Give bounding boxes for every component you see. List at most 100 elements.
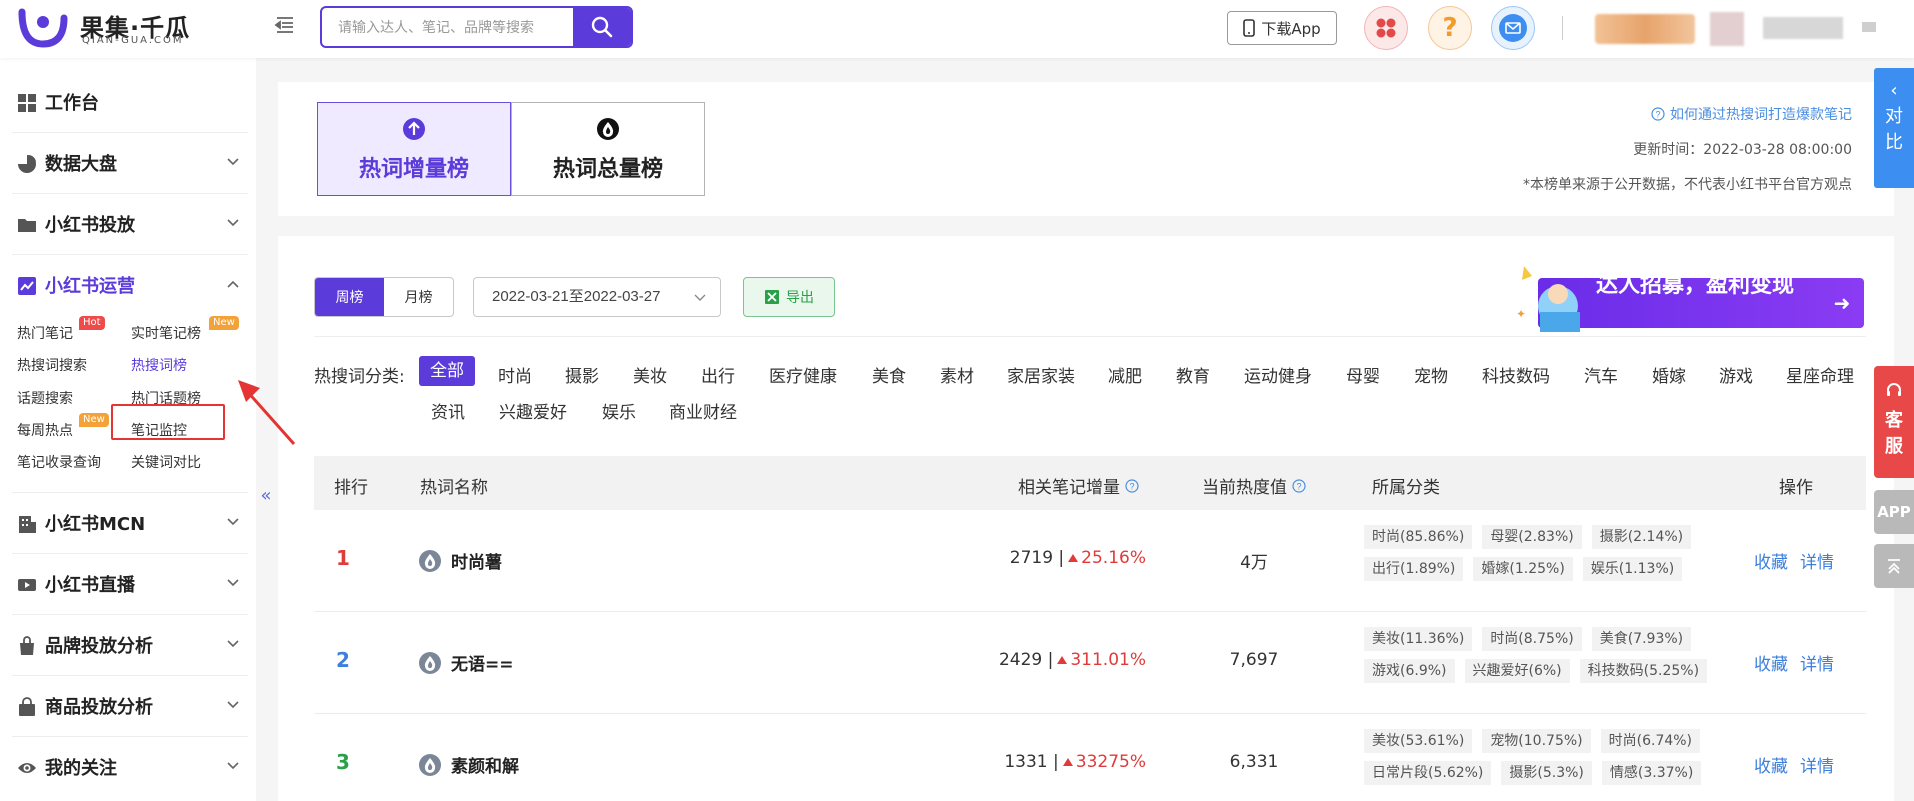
detail-link[interactable]: 详情: [1800, 650, 1834, 675]
search-button[interactable]: [573, 8, 631, 46]
category-item[interactable]: 母婴: [1346, 362, 1380, 387]
category-item[interactable]: 摄影: [565, 362, 599, 387]
category-item[interactable]: 汽车: [1584, 362, 1618, 387]
sidebar-item-my-follows[interactable]: 我的关注: [0, 737, 256, 797]
sub-item-realtime-notes[interactable]: 实时笔记榜: [131, 323, 201, 343]
keyword-name[interactable]: 无语==: [451, 650, 514, 675]
category-item[interactable]: 资讯: [431, 398, 465, 423]
category-all[interactable]: 全部: [419, 356, 475, 386]
category-tag: 宠物(10.75%): [1482, 729, 1591, 753]
triangle-up-icon: [1057, 656, 1068, 664]
compare-label: 对比: [1885, 106, 1903, 153]
table-header: 排行 热词名称 相关笔记增量 ? 当前热度值 ? 所属分类 操作: [314, 456, 1866, 510]
arrow-up-icon: [1888, 559, 1900, 574]
category-item[interactable]: 素材: [940, 362, 974, 387]
vip-badge[interactable]: [1595, 14, 1695, 44]
search-input[interactable]: [322, 8, 572, 46]
sidebar-item-workspace[interactable]: 工作台: [0, 72, 256, 132]
sub-item-weekly-hot[interactable]: 每周热点: [17, 420, 73, 440]
keyword-name[interactable]: 素颜和解: [451, 752, 519, 777]
username[interactable]: [1763, 17, 1843, 39]
sub-item-hot-notes[interactable]: 热门笔记: [17, 323, 73, 343]
user-menu-icon[interactable]: [1862, 22, 1876, 32]
sub-item-hotword-search[interactable]: 热搜词搜索: [17, 355, 87, 375]
tab-total-rank[interactable]: 热词总量榜: [511, 102, 705, 196]
sidebar-item-label: 我的关注: [45, 758, 117, 779]
detail-link[interactable]: 详情: [1800, 548, 1834, 573]
category-item[interactable]: 出行: [701, 362, 735, 387]
customer-service-button[interactable]: 客服: [1874, 366, 1914, 478]
help-circle-icon[interactable]: ?: [1292, 478, 1306, 493]
chevron-down-icon: [694, 294, 706, 301]
category-item[interactable]: 兴趣爱好: [499, 398, 567, 423]
sidebar-item-xhs-ads[interactable]: 小红书投放: [0, 194, 256, 254]
chevron-down-icon: [227, 640, 239, 648]
month-toggle[interactable]: 月榜: [384, 278, 453, 316]
logo-icon[interactable]: [18, 8, 68, 48]
detail-link[interactable]: 详情: [1800, 752, 1834, 777]
svg-text:?: ?: [1655, 110, 1660, 120]
category-item[interactable]: 美食: [872, 362, 906, 387]
sub-item-hotword-rank[interactable]: 热搜词榜: [131, 355, 187, 375]
sub-item-topic-search[interactable]: 话题搜索: [17, 388, 73, 408]
sidebar-item-xhs-mcn[interactable]: 小红书MCN: [0, 493, 256, 553]
row-actions: 收藏 详情: [1754, 650, 1834, 675]
favorite-link[interactable]: 收藏: [1754, 548, 1788, 573]
date-range-select[interactable]: 2022-03-21至2022-03-27: [473, 277, 721, 317]
compare-button[interactable]: ‹ 对比: [1874, 68, 1914, 188]
category-item[interactable]: 家居家装: [1007, 362, 1075, 387]
category-item[interactable]: 娱乐: [602, 398, 636, 423]
sidebar-item-label: 小红书直播: [45, 575, 135, 596]
chevron-left-icon: ‹: [1890, 80, 1898, 101]
sidebar-item-label: 数据大盘: [45, 154, 117, 175]
category-item[interactable]: 星座命理: [1786, 362, 1854, 387]
avatar[interactable]: [1710, 12, 1744, 46]
table-row: 2 无语== 2429 | 311.01% 7,697 美妆(11.36%) 时…: [314, 612, 1866, 714]
sidebar-item-product-analysis[interactable]: 商品投放分析: [0, 676, 256, 736]
favorite-link[interactable]: 收藏: [1754, 752, 1788, 777]
category-item[interactable]: 游戏: [1719, 362, 1753, 387]
app-button[interactable]: APP: [1874, 490, 1914, 534]
sidebar-item-dashboard[interactable]: 数据大盘: [0, 133, 256, 193]
message-button[interactable]: [1491, 6, 1535, 50]
sidebar-item-xhs-ops[interactable]: 小红书运营: [0, 255, 256, 315]
col-note-increase-label: 相关笔记增量: [1018, 478, 1120, 498]
sidebar-item-brand-analysis[interactable]: 品牌投放分析: [0, 615, 256, 675]
keyword-name[interactable]: 时尚薯: [451, 548, 502, 573]
favorite-link[interactable]: 收藏: [1754, 650, 1788, 675]
tab-increase-rank[interactable]: 热词增量榜: [317, 102, 511, 196]
col-rank: 排行: [334, 478, 368, 498]
rank-header-panel: 热词增量榜 热词总量榜 ? 如何通过热搜词打造爆款笔记 更新时间：2022-03…: [278, 82, 1894, 216]
week-toggle[interactable]: 周榜: [315, 278, 384, 316]
increase-percent-value: 33275%: [1075, 752, 1146, 772]
category-item[interactable]: 减肥: [1108, 362, 1142, 387]
category-item[interactable]: 婚嫁: [1652, 362, 1686, 387]
sidebar-item-xhs-live[interactable]: 小红书直播: [0, 554, 256, 614]
eye-icon: [18, 763, 36, 773]
header-divider: [1562, 16, 1563, 40]
export-button[interactable]: 导出: [743, 277, 835, 317]
category-item[interactable]: 教育: [1176, 362, 1210, 387]
chevron-up-icon: [227, 280, 239, 288]
category-item[interactable]: 科技数码: [1482, 362, 1550, 387]
how-to-link[interactable]: ? 如何通过热搜词打造爆款笔记: [1651, 104, 1852, 124]
help-circle-icon[interactable]: ?: [1125, 478, 1139, 493]
triangle-up-icon: [1062, 758, 1073, 766]
menu-toggle-icon[interactable]: [274, 14, 296, 38]
download-app-button[interactable]: 下载App: [1227, 11, 1337, 45]
apps-button[interactable]: [1364, 6, 1408, 50]
category-item[interactable]: 医疗健康: [769, 362, 837, 387]
category-item[interactable]: 宠物: [1414, 362, 1448, 387]
increase-percent-value: 311.01%: [1070, 650, 1146, 670]
help-button[interactable]: ?: [1428, 6, 1472, 50]
chevron-down-icon: [227, 518, 239, 526]
category-item[interactable]: 时尚: [498, 362, 532, 387]
back-to-top-button[interactable]: [1874, 544, 1914, 588]
sub-item-keyword-compare[interactable]: 关键词对比: [131, 452, 201, 472]
category-item[interactable]: 美妆: [633, 362, 667, 387]
category-item[interactable]: 运动健身: [1244, 362, 1312, 387]
chevron-down-icon: [227, 701, 239, 709]
collapse-sidebar-button[interactable]: «: [256, 470, 276, 520]
sub-item-note-index[interactable]: 笔记收录查询: [17, 452, 101, 472]
category-item[interactable]: 商业财经: [669, 398, 737, 423]
